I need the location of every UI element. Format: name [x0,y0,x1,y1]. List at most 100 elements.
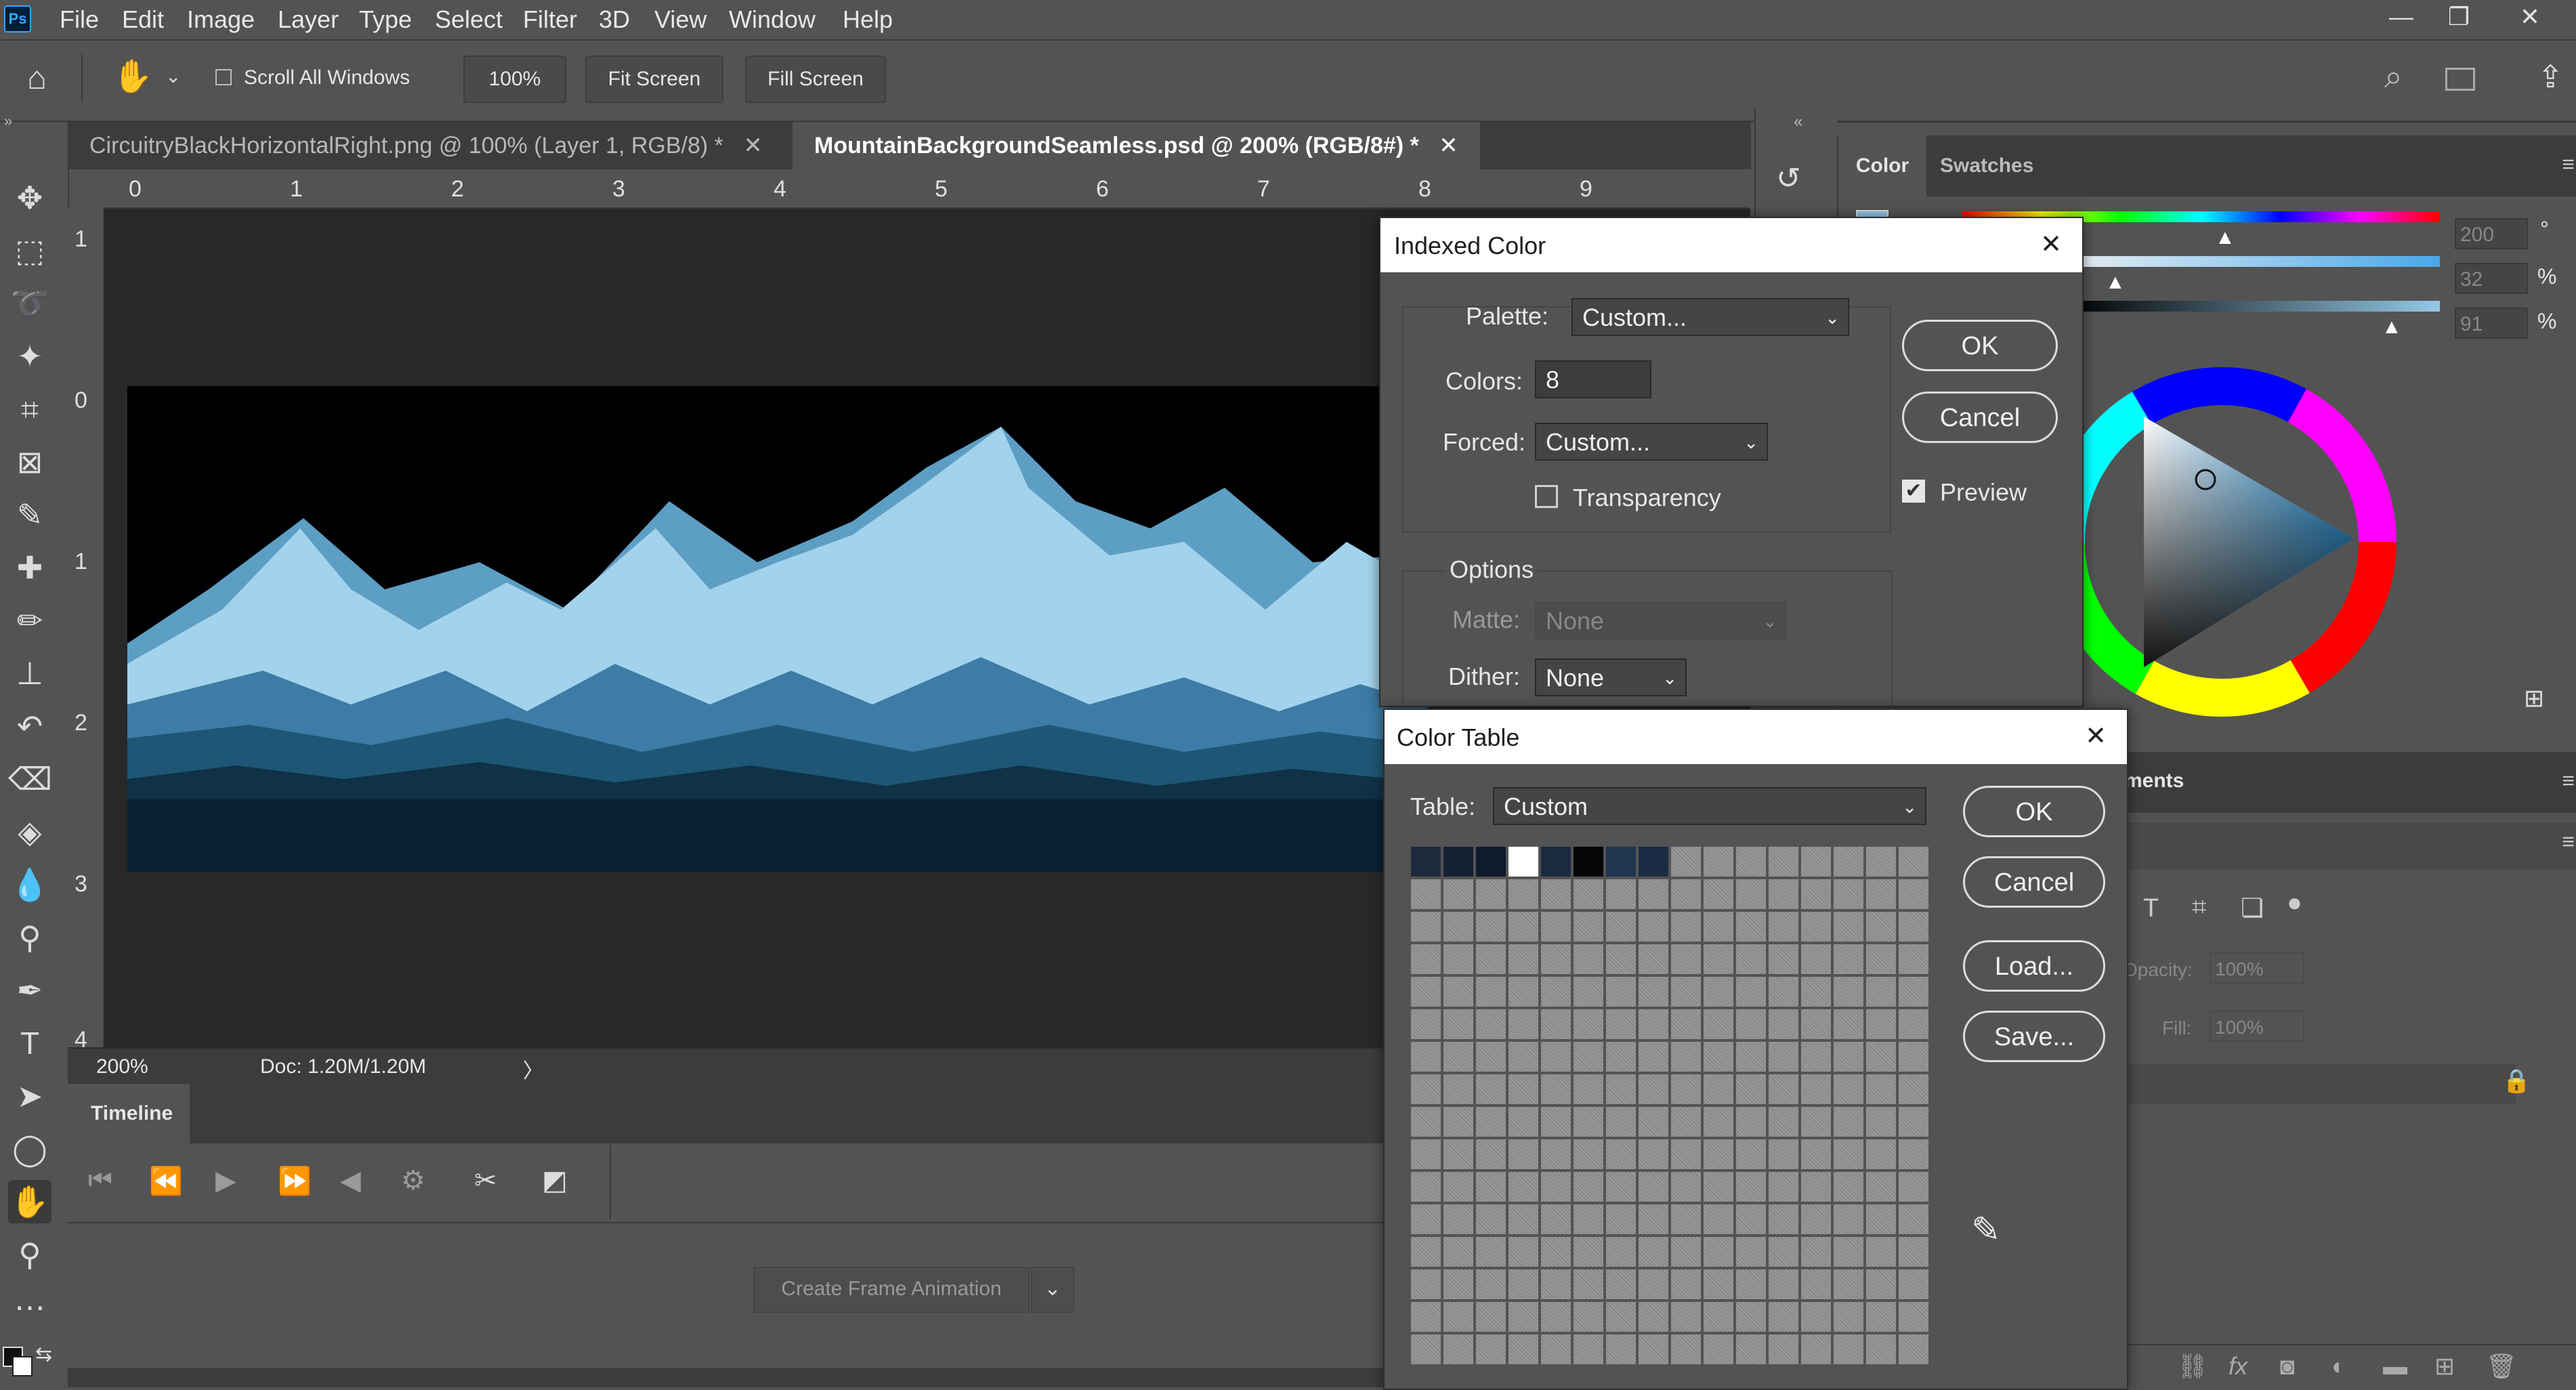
brightness-slider-handle[interactable]: ▲ [2382,316,2402,339]
empty-swatch[interactable] [1639,879,1668,909]
color-table-grid[interactable] [1411,847,1931,1364]
empty-swatch[interactable] [1574,1172,1603,1202]
empty-swatch[interactable] [1574,1204,1603,1234]
colors-input[interactable]: 8 [1535,360,1651,398]
empty-swatch[interactable] [1704,1237,1733,1267]
tab-swatches[interactable]: Swatches [1940,154,2033,177]
empty-swatch[interactable] [1834,977,1863,1007]
color-swatch[interactable] [1508,847,1538,877]
empty-swatch[interactable] [1801,1009,1831,1039]
empty-swatch[interactable] [1574,1334,1603,1364]
empty-swatch[interactable] [1508,1204,1538,1234]
trash-icon[interactable]: 🗑 [2486,1352,2517,1381]
empty-swatch[interactable] [1639,1302,1668,1332]
smart-object-filter-icon[interactable]: ❏ [2241,893,2264,923]
empty-swatch[interactable] [1834,1172,1863,1202]
empty-swatch[interactable] [1411,1172,1441,1202]
empty-swatch[interactable] [1606,1334,1636,1364]
lasso-tool-icon[interactable]: ➰ [8,282,51,325]
eyedropper-icon[interactable]: ✎ [1971,1210,2001,1250]
opacity-field[interactable]: 100% [2210,952,2304,984]
empty-swatch[interactable] [1639,1334,1668,1364]
empty-swatch[interactable] [1736,912,1766,942]
collapse-icon[interactable]: « [1794,112,1802,131]
empty-swatch[interactable] [1704,1302,1733,1332]
empty-swatch[interactable] [1834,879,1863,909]
empty-swatch[interactable] [1541,1269,1571,1299]
empty-swatch[interactable] [1574,912,1603,942]
empty-swatch[interactable] [1704,1042,1733,1072]
empty-swatch[interactable] [1899,879,1928,909]
close-icon[interactable]: ✕ [2085,721,2107,751]
empty-swatch[interactable] [1704,1334,1733,1364]
marquee-tool-icon[interactable]: ⬚ [8,229,51,272]
empty-swatch[interactable] [1736,847,1766,877]
hand-tool-icon[interactable]: ✋ [8,1180,51,1223]
empty-swatch[interactable] [1704,944,1733,974]
palette-select[interactable]: Custom... ⌄ [1571,298,1849,336]
empty-swatch[interactable] [1476,1074,1506,1104]
empty-swatch[interactable] [1866,1139,1896,1169]
empty-swatch[interactable] [1541,879,1571,909]
mask-icon[interactable]: ◙ [2280,1352,2295,1381]
minimize-icon[interactable]: — [2378,0,2425,34]
color-swatch[interactable] [1606,847,1636,877]
zoom-100-button[interactable]: 100% [463,56,566,103]
scroll-all-windows-checkbox[interactable] [215,69,232,85]
empty-swatch[interactable] [1541,977,1571,1007]
home-icon[interactable]: ⌂ [27,60,47,97]
color-swatch[interactable] [1443,847,1473,877]
empty-swatch[interactable] [1866,1009,1896,1039]
empty-swatch[interactable] [1476,977,1506,1007]
empty-swatch[interactable] [1411,977,1441,1007]
ok-button[interactable]: OK [1902,320,2058,371]
empty-swatch[interactable] [1639,1139,1668,1169]
empty-swatch[interactable] [1508,1139,1538,1169]
empty-swatch[interactable] [1671,1139,1701,1169]
share-icon[interactable]: ⇪ [2537,58,2564,95]
tab-adjustments[interactable]: ments [2124,770,2184,793]
swap-colors-icon[interactable]: ⇆ [35,1343,52,1366]
close-icon[interactable]: ✕ [2040,229,2062,259]
empty-swatch[interactable] [1671,1334,1701,1364]
lock-icon[interactable]: 🔒 [2502,1068,2531,1095]
previous-frame-icon[interactable]: ⏪ [149,1165,183,1197]
empty-swatch[interactable] [1899,977,1928,1007]
panel-menu-icon[interactable]: ≡ [2562,829,2575,854]
dither-select[interactable]: None ⌄ [1535,658,1687,696]
load-button[interactable]: Load... [1963,940,2105,992]
mountain-artwork[interactable] [127,386,1428,872]
empty-swatch[interactable] [1411,1204,1441,1234]
healing-brush-icon[interactable]: ✚ [8,546,51,589]
empty-swatch[interactable] [1866,1334,1896,1364]
empty-swatch[interactable] [1671,1269,1701,1299]
empty-swatch[interactable] [1639,1107,1668,1137]
empty-swatch[interactable] [1508,912,1538,942]
eyedropper-icon[interactable]: ✎ [8,493,51,536]
empty-swatch[interactable] [1769,1334,1798,1364]
empty-swatch[interactable] [1606,1237,1636,1267]
empty-swatch[interactable] [1476,1172,1506,1202]
empty-swatch[interactable] [1606,879,1636,909]
tab-mountain[interactable]: MountainBackgroundSeamless.psd @ 200% (R… [793,122,1480,169]
empty-swatch[interactable] [1508,944,1538,974]
hand-tool-icon[interactable]: ✋ [112,57,153,96]
empty-swatch[interactable] [1541,1042,1571,1072]
empty-swatch[interactable] [1801,912,1831,942]
empty-swatch[interactable] [1736,944,1766,974]
tab-color[interactable]: Color [1838,135,1926,196]
empty-swatch[interactable] [1866,1074,1896,1104]
empty-swatch[interactable] [1508,1269,1538,1299]
folder-icon[interactable]: ▬ [2383,1352,2407,1381]
empty-swatch[interactable] [1574,1074,1603,1104]
empty-swatch[interactable] [1508,1107,1538,1137]
eraser-icon[interactable]: ⌫ [8,757,52,801]
empty-swatch[interactable] [1443,912,1473,942]
menu-file[interactable]: File [60,5,99,34]
empty-swatch[interactable] [1834,912,1863,942]
empty-swatch[interactable] [1769,1009,1798,1039]
empty-swatch[interactable] [1574,1107,1603,1137]
empty-swatch[interactable] [1801,977,1831,1007]
empty-swatch[interactable] [1541,1172,1571,1202]
menu-edit[interactable]: Edit [122,5,164,34]
